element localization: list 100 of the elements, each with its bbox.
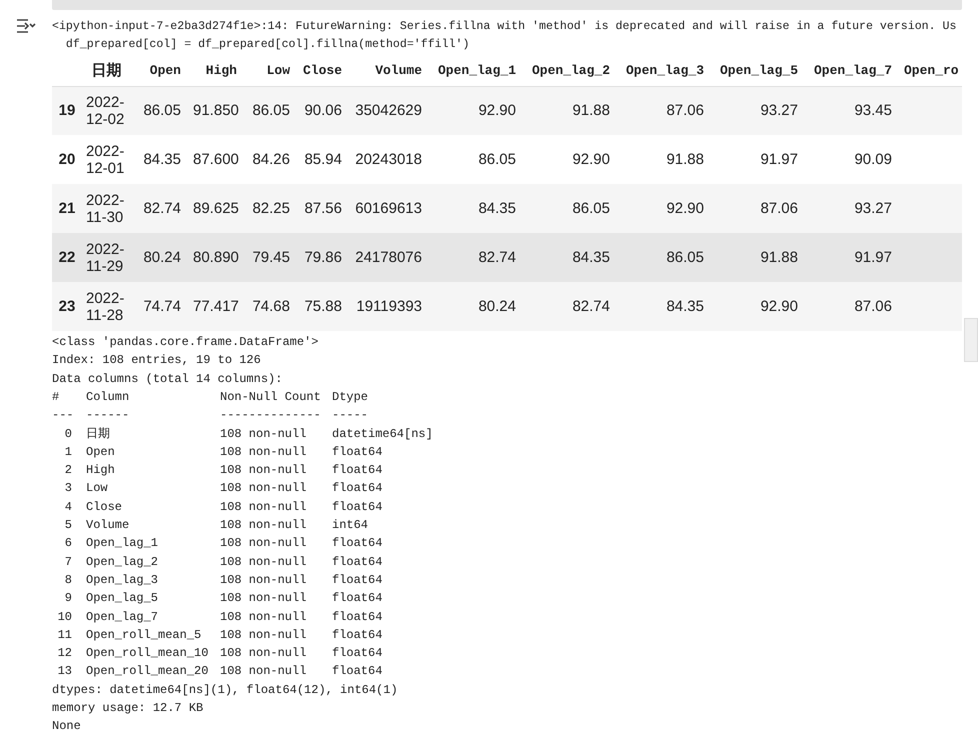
table-cell: 74.68 xyxy=(243,282,296,332)
table-cell: 60169613 xyxy=(348,184,428,234)
dtype-text: float64 xyxy=(332,663,382,680)
dtype-text: float64 xyxy=(332,645,382,662)
table-cell: 82.74 xyxy=(428,233,522,282)
info-text: Data columns (total 14 columns): xyxy=(52,370,284,388)
table-cell: 2022-12-01 xyxy=(82,135,137,184)
table-cell: 93.27 xyxy=(804,184,898,234)
non-null-count: 108 non-null xyxy=(220,626,308,644)
table-cell: 84.35 xyxy=(428,184,522,234)
info-text: Index: 108 entries, 19 to 126 xyxy=(52,352,262,370)
column-name: Open_lag_5 xyxy=(86,590,160,608)
column-header: Open_ro xyxy=(904,62,959,78)
column-number: 4 xyxy=(64,498,72,516)
non-null-count: 108 non-null xyxy=(220,572,308,589)
table-cell: 19119393 xyxy=(348,282,428,332)
table-cell: 24178076 xyxy=(348,233,428,282)
column-name: Open_roll_mean_10 xyxy=(86,645,210,662)
table-cell: 89.625 xyxy=(187,184,243,234)
column-header: Open_lag_1 xyxy=(438,62,516,78)
rule-text: ------ xyxy=(86,407,130,424)
info-column-header: Column xyxy=(86,388,130,406)
column-number: 3 xyxy=(64,480,72,498)
table-cell: 87.600 xyxy=(187,135,243,184)
dtype-text: float64 xyxy=(332,554,382,571)
table-cell: 80.890 xyxy=(187,233,243,282)
column-number: 8 xyxy=(64,572,72,589)
column-name: Open_lag_3 xyxy=(86,572,160,589)
table-cell: 87.56 xyxy=(296,184,348,234)
info-column-header: # xyxy=(52,388,60,406)
row-index: 19 xyxy=(52,86,82,136)
dtype-text: float64 xyxy=(332,498,382,516)
dtype-text: float64 xyxy=(332,626,382,644)
table-cell: 93.45 xyxy=(804,86,898,136)
column-header: Open_lag_5 xyxy=(720,62,798,78)
table-cell: 86.05 xyxy=(137,86,187,136)
non-null-count: 108 non-null xyxy=(220,462,308,480)
info-text: None xyxy=(52,718,82,736)
table-cell: 77.417 xyxy=(187,282,243,332)
info-text: <class 'pandas.core.frame.DataFrame'> xyxy=(52,334,320,352)
table-cell: 86.05 xyxy=(243,86,296,136)
table-cell: 75.88 xyxy=(296,282,348,332)
warning-text: df_prepared[col] = df_prepared[col].fillna(method='ffill') xyxy=(64,37,470,54)
dtype-text: float64 xyxy=(332,608,382,626)
column-header: Close xyxy=(302,62,342,78)
table-cell: 91.88 xyxy=(616,135,710,184)
table-cell: 91.97 xyxy=(710,135,804,184)
table-cell: 93.27 xyxy=(710,86,804,136)
column-number: 7 xyxy=(64,554,72,571)
column-name: Low xyxy=(86,480,109,498)
table-cell: 87.06 xyxy=(710,184,804,234)
row-index: 20 xyxy=(52,135,82,184)
dtype-text: float64 xyxy=(332,462,382,480)
non-null-count: 108 non-null xyxy=(220,535,308,552)
row-index: 21 xyxy=(52,184,82,234)
table-cell: 86.05 xyxy=(428,135,522,184)
scrollbar-thumb[interactable] xyxy=(964,318,978,362)
non-null-count: 108 non-null xyxy=(220,517,308,534)
column-name: Open_lag_7 xyxy=(86,608,160,626)
table-cell: 84.35 xyxy=(616,282,710,332)
column-name: 日期 xyxy=(86,426,111,443)
non-null-count: 108 non-null xyxy=(220,444,308,461)
output-toggle-icon[interactable] xyxy=(16,18,36,34)
non-null-count: 108 non-null xyxy=(220,590,308,608)
column-name: Open xyxy=(86,444,116,461)
column-header: Volume xyxy=(375,62,422,78)
table-cell: 82.25 xyxy=(243,184,296,234)
table-cell: 92.90 xyxy=(522,135,616,184)
dtype-text: int64 xyxy=(332,517,368,534)
table-cell: 91.850 xyxy=(187,86,243,136)
column-header: Open_lag_2 xyxy=(532,62,610,78)
table-cell: 80.24 xyxy=(137,233,187,282)
column-number: 10 xyxy=(56,608,72,626)
column-header: Open_lag_3 xyxy=(626,62,704,78)
horizontal-scrollbar[interactable] xyxy=(52,0,962,10)
dtype-text: datetime64[ns] xyxy=(332,426,433,443)
table-cell: 79.86 xyxy=(296,233,348,282)
column-name: Open_lag_1 xyxy=(86,535,160,552)
table-cell: 86.05 xyxy=(522,184,616,234)
table-cell: 2022-11-28 xyxy=(82,282,137,332)
column-name: Close xyxy=(86,498,124,516)
non-null-count: 108 non-null xyxy=(220,645,308,662)
dtype-text: float64 xyxy=(332,480,382,498)
table-cell: 80.24 xyxy=(428,282,522,332)
table-cell: 79.45 xyxy=(243,233,296,282)
dtype-text: float64 xyxy=(332,444,382,461)
table-cell: 20243018 xyxy=(348,135,428,184)
column-number: 1 xyxy=(64,444,72,461)
table-cell: 2022-11-30 xyxy=(82,184,137,234)
non-null-count: 108 non-null xyxy=(220,663,308,680)
column-name: High xyxy=(86,462,116,480)
column-name: Open_roll_mean_20 xyxy=(86,663,210,680)
table-cell: 91.97 xyxy=(804,233,898,282)
column-number: 5 xyxy=(64,517,72,534)
dtype-text: float64 xyxy=(332,590,382,608)
non-null-count: 108 non-null xyxy=(220,426,308,443)
table-cell: 92.90 xyxy=(428,86,522,136)
column-number: 6 xyxy=(64,535,72,552)
table-cell: 90.09 xyxy=(804,135,898,184)
column-number: 12 xyxy=(56,645,72,662)
